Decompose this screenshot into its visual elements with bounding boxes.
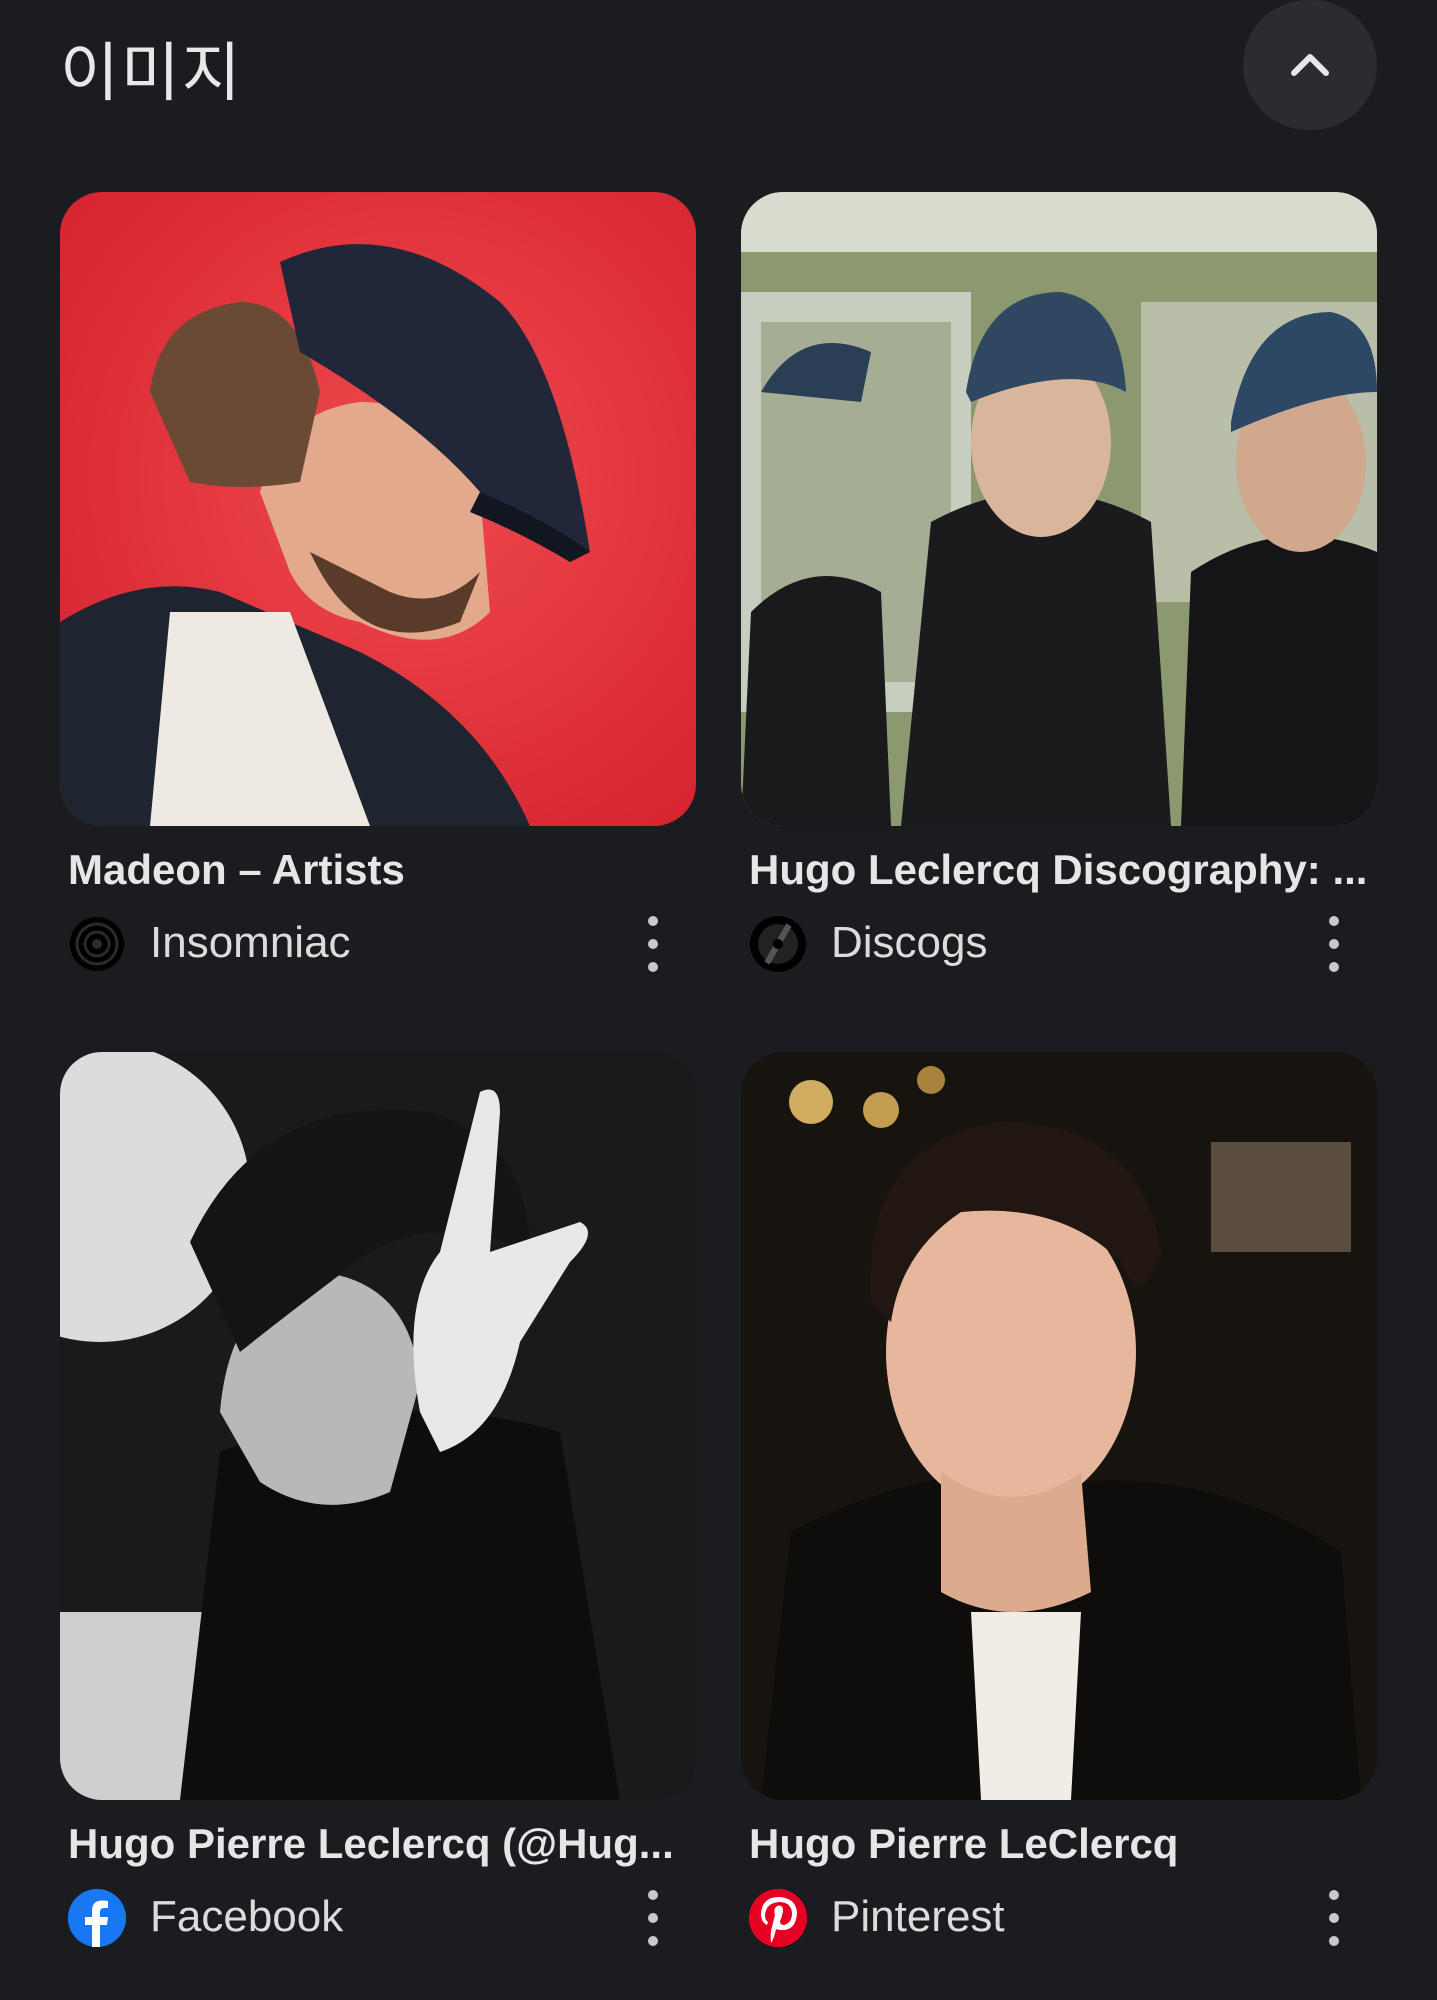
dot [648, 962, 658, 972]
dot [1329, 916, 1339, 926]
image-result-card[interactable]: Hugo Pierre Leclercq (@Hug... Facebook [60, 1052, 696, 1952]
image-result-card[interactable]: Hugo Leclercq Discography: ... Discogs [741, 192, 1377, 978]
result-source-row: Pinterest [741, 1882, 1377, 1952]
more-options-button[interactable] [638, 1890, 668, 1946]
result-title[interactable]: Hugo Pierre Leclercq (@Hug... [60, 1820, 693, 1868]
source-name[interactable]: Discogs [831, 918, 988, 968]
more-options-button[interactable] [1319, 916, 1349, 972]
source-name[interactable]: Insomniac [150, 918, 351, 968]
pinterest-logo-icon [749, 1889, 807, 1947]
result-thumbnail[interactable] [741, 192, 1377, 826]
source-name[interactable]: Pinterest [831, 1892, 1005, 1942]
insomniac-logo-icon [68, 915, 126, 973]
dot [648, 916, 658, 926]
result-thumbnail[interactable] [60, 1052, 696, 1800]
result-source-row: Facebook [60, 1882, 696, 1952]
result-source-row: Discogs [741, 908, 1377, 978]
result-thumbnail[interactable] [741, 1052, 1377, 1800]
source-name[interactable]: Facebook [150, 1892, 343, 1942]
image-results-grid: Madeon – Artists Insomniac Hugo Leclercq… [0, 0, 1437, 2000]
dot [1329, 939, 1339, 949]
dot [648, 1913, 658, 1923]
result-thumbnail[interactable] [60, 192, 696, 826]
result-title[interactable]: Hugo Leclercq Discography: ... [741, 846, 1374, 894]
dot [648, 1936, 658, 1946]
dot [648, 1890, 658, 1900]
facebook-logo-icon [68, 1889, 126, 1947]
result-title[interactable]: Hugo Pierre LeClercq [741, 1820, 1374, 1868]
dot [1329, 1913, 1339, 1923]
more-options-button[interactable] [638, 916, 668, 972]
dot [648, 939, 658, 949]
result-source-row: Insomniac [60, 908, 696, 978]
discogs-logo-icon [749, 915, 807, 973]
dot [1329, 1890, 1339, 1900]
dot [1329, 1936, 1339, 1946]
more-options-button[interactable] [1319, 1890, 1349, 1946]
dot [1329, 962, 1339, 972]
result-title[interactable]: Madeon – Artists [60, 846, 693, 894]
image-result-card[interactable]: Hugo Pierre LeClercq Pinterest [741, 1052, 1377, 1952]
image-result-card[interactable]: Madeon – Artists Insomniac [60, 192, 696, 978]
